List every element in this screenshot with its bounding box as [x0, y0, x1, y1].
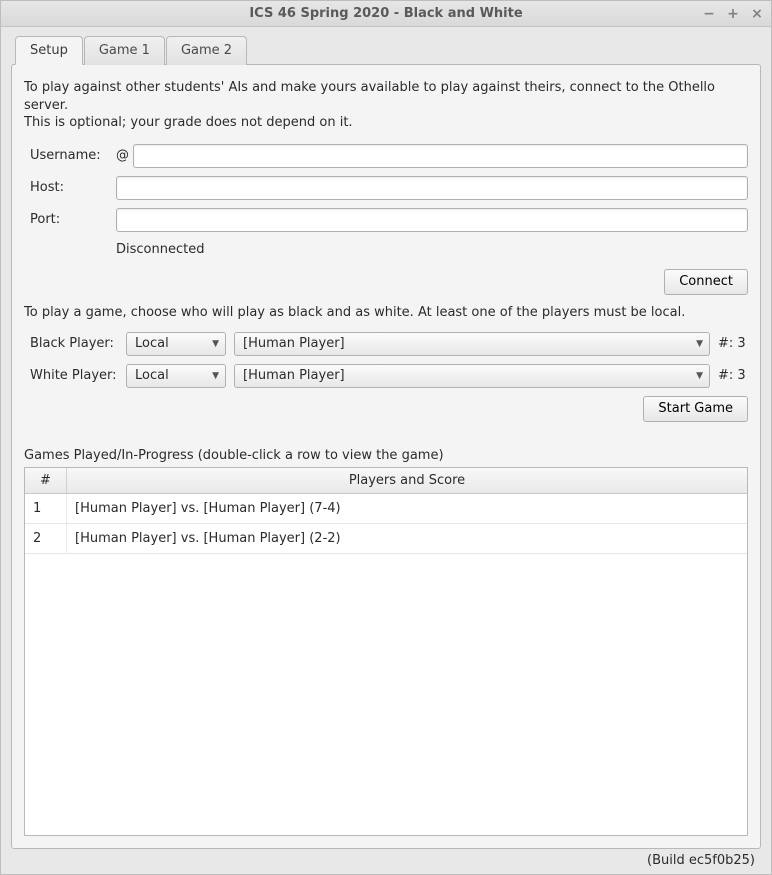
host-label: Host: — [30, 180, 116, 195]
start-game-button[interactable]: Start Game — [643, 396, 748, 422]
start-row: Start Game — [24, 388, 748, 432]
chevron-down-icon: ▼ — [696, 339, 703, 349]
username-label: Username: — [30, 148, 116, 163]
username-row: @ — [116, 144, 748, 168]
tab-label: Setup — [30, 43, 68, 58]
cell-num: 1 — [25, 494, 67, 523]
host-input[interactable] — [116, 176, 748, 200]
connection-status: Disconnected — [116, 238, 748, 261]
intro-line-2: This is optional; your grade does not de… — [24, 114, 748, 132]
games-table: # Players and Score 1 [Human Player] vs.… — [24, 467, 748, 836]
username-prefix: @ — [116, 148, 129, 163]
player-grid: Black Player: Local ▼ [Human Player] ▼ #… — [30, 332, 748, 388]
content-area: Setup Game 1 Game 2 To play against othe… — [1, 27, 771, 874]
combo-value: Local — [135, 336, 169, 351]
col-num-header[interactable]: # — [25, 468, 67, 493]
table-body: 1 [Human Player] vs. [Human Player] (7-4… — [25, 494, 747, 835]
port-label: Port: — [30, 212, 116, 227]
username-input[interactable] — [133, 144, 748, 168]
white-location-combo[interactable]: Local ▼ — [126, 364, 226, 388]
connect-button[interactable]: Connect — [664, 269, 748, 295]
black-count: #: 3 — [718, 336, 748, 351]
tab-bar: Setup Game 1 Game 2 — [11, 35, 761, 64]
table-header: # Players and Score — [25, 468, 747, 494]
setup-panel: To play against other students' AIs and … — [11, 64, 761, 849]
intro-text: To play against other students' AIs and … — [24, 79, 748, 132]
cell-players: [Human Player] vs. [Human Player] (7-4) — [67, 494, 747, 523]
combo-value: Local — [135, 368, 169, 383]
intro-line-1: To play against other students' AIs and … — [24, 79, 748, 114]
black-location-combo[interactable]: Local ▼ — [126, 332, 226, 356]
maximize-icon[interactable]: + — [725, 6, 741, 22]
tab-setup[interactable]: Setup — [15, 36, 83, 65]
host-row — [116, 176, 748, 200]
button-label: Connect — [679, 274, 733, 289]
window-title: ICS 46 Spring 2020 - Black and White — [249, 6, 522, 21]
col-players-header[interactable]: Players and Score — [67, 468, 747, 493]
table-row[interactable]: 1 [Human Player] vs. [Human Player] (7-4… — [25, 494, 747, 524]
app-window: ICS 46 Spring 2020 - Black and White − +… — [0, 0, 772, 875]
connection-form: Username: @ Host: Port: — [30, 144, 748, 232]
titlebar: ICS 46 Spring 2020 - Black and White − +… — [1, 1, 771, 27]
close-icon[interactable]: × — [749, 6, 765, 22]
chevron-down-icon: ▼ — [212, 339, 219, 349]
connect-row: Connect — [24, 261, 748, 305]
port-input[interactable] — [116, 208, 748, 232]
cell-num: 2 — [25, 524, 67, 553]
white-player-combo[interactable]: [Human Player] ▼ — [234, 364, 710, 388]
build-footer: (Build ec5f0b25) — [11, 849, 761, 870]
port-row — [116, 208, 748, 232]
chevron-down-icon: ▼ — [212, 371, 219, 381]
tab-label: Game 2 — [181, 43, 232, 58]
button-label: Start Game — [658, 401, 733, 416]
table-row[interactable]: 2 [Human Player] vs. [Human Player] (2-2… — [25, 524, 747, 554]
combo-value: [Human Player] — [243, 368, 345, 383]
chevron-down-icon: ▼ — [696, 371, 703, 381]
white-player-label: White Player: — [30, 368, 118, 383]
games-caption: Games Played/In-Progress (double-click a… — [24, 448, 748, 463]
tab-label: Game 1 — [99, 43, 150, 58]
player-instruction: To play a game, choose who will play as … — [24, 305, 748, 320]
combo-value: [Human Player] — [243, 336, 345, 351]
black-player-combo[interactable]: [Human Player] ▼ — [234, 332, 710, 356]
minimize-icon[interactable]: − — [701, 6, 717, 22]
window-controls: − + × — [701, 1, 765, 27]
white-count: #: 3 — [718, 368, 748, 383]
tab-game-2[interactable]: Game 2 — [166, 36, 247, 65]
black-player-label: Black Player: — [30, 336, 118, 351]
cell-players: [Human Player] vs. [Human Player] (2-2) — [67, 524, 747, 553]
tab-game-1[interactable]: Game 1 — [84, 36, 165, 65]
